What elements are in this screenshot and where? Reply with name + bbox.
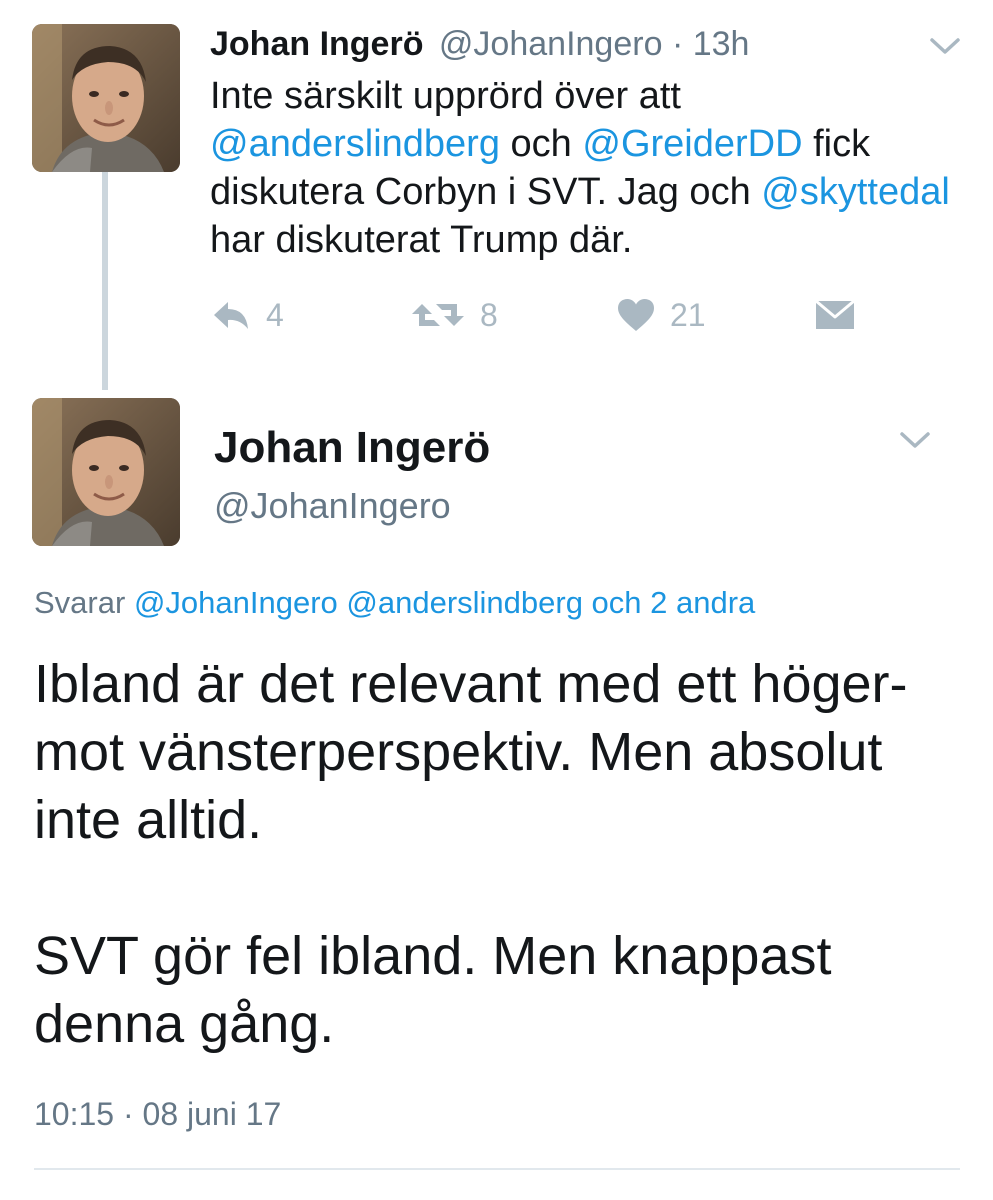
reply-count: 4 xyxy=(266,296,284,333)
heart-icon xyxy=(618,299,654,331)
direct-message-button[interactable] xyxy=(814,290,870,340)
author-name[interactable]: Johan Ingerö xyxy=(210,25,423,63)
tweet-header: Johan Ingerö @JohanIngero · 13h xyxy=(210,22,749,66)
replying-to-users[interactable]: @JohanIngero @anderslindberg och 2 andra xyxy=(134,585,755,620)
tweet-paragraph: Ibland är det relevant med ett höger- mo… xyxy=(34,654,908,850)
tweet-timestamp[interactable]: 10:15 · 08 juni 17 xyxy=(34,1092,281,1136)
tweet-text: Inte särskilt upprörd över att @andersli… xyxy=(210,72,950,264)
text-segment: och xyxy=(499,123,583,165)
mention-link[interactable]: @GreiderDD xyxy=(582,123,802,165)
like-count: 21 xyxy=(670,296,706,333)
tweet-paragraph: SVT gör fel ibland. Men knappast denna g… xyxy=(34,926,832,1054)
author-name[interactable]: Johan Ingerö xyxy=(214,420,490,476)
chevron-down-icon[interactable] xyxy=(898,428,932,452)
replying-to: Svarar @JohanIngero @anderslindberg och … xyxy=(34,582,755,624)
author-handle[interactable]: @JohanIngero xyxy=(214,482,451,530)
text-segment: har diskuterat Trump där. xyxy=(210,219,633,261)
retweet-button[interactable]: 8 xyxy=(410,290,498,340)
author-handle[interactable]: @JohanIngero xyxy=(439,25,663,63)
divider xyxy=(34,1168,960,1170)
meta-separator: · xyxy=(671,25,684,63)
text-segment: Inte särskilt upprörd över att xyxy=(210,75,681,117)
thread-connector-line xyxy=(102,172,108,390)
retweet-count: 8 xyxy=(480,296,498,333)
tweet-body: Ibland är det relevant med ett höger- mo… xyxy=(34,650,964,1058)
mention-link[interactable]: @skyttedal xyxy=(761,171,950,213)
retweet-icon xyxy=(412,304,464,326)
replying-to-prefix: Svarar xyxy=(34,585,126,620)
reply-icon xyxy=(214,302,248,329)
envelope-icon xyxy=(815,299,855,329)
avatar[interactable] xyxy=(32,24,180,172)
reply-button[interactable]: 4 xyxy=(210,290,284,340)
mention-link[interactable]: @anderslindberg xyxy=(210,123,500,165)
chevron-down-icon[interactable] xyxy=(928,34,962,58)
like-button[interactable]: 21 xyxy=(616,290,706,340)
avatar[interactable] xyxy=(32,398,180,546)
tweet-time[interactable]: 13h xyxy=(693,25,750,63)
